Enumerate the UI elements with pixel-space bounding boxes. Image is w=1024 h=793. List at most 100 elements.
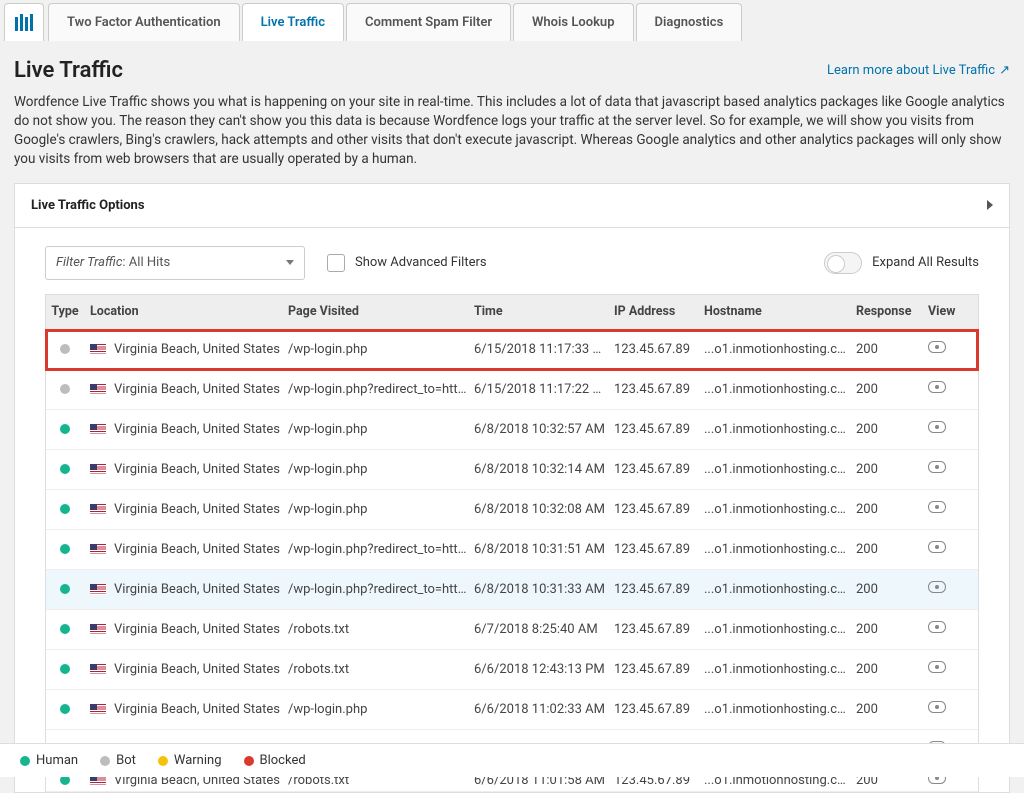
cell-time: 6/8/2018 10:32:57 AM — [474, 422, 614, 437]
th-type[interactable]: Type — [46, 304, 90, 319]
table-row[interactable]: Virginia Beach, United States/wp-login.p… — [46, 450, 978, 490]
us-flag-icon — [90, 384, 106, 395]
cell-host: ...o1.inmotionhosting.com — [704, 622, 856, 637]
table-row[interactable]: Virginia Beach, United States/wp-login.p… — [46, 530, 978, 570]
cell-page: /wp-login.php — [288, 702, 474, 717]
th-response[interactable]: Response — [856, 304, 928, 319]
filter-label: Filter Traffic: All Hits — [56, 255, 170, 270]
page-title: Live Traffic — [14, 58, 123, 83]
cell-time: 6/8/2018 10:32:14 AM — [474, 462, 614, 477]
human-dot-icon — [60, 544, 70, 554]
tab-whois-lookup[interactable]: Whois Lookup — [513, 3, 634, 41]
th-location[interactable]: Location — [90, 304, 288, 319]
cell-response: 200 — [856, 542, 928, 557]
filter-prefix: Filter Traffic — [56, 255, 122, 270]
cell-type — [46, 664, 90, 674]
cell-page: /robots.txt — [288, 622, 474, 637]
table-row[interactable]: Virginia Beach, United States/wp-login.p… — [46, 570, 978, 610]
cell-host: ...o1.inmotionhosting.com — [704, 422, 856, 437]
legend-item-warning: Warning — [158, 753, 222, 768]
bot-dot-icon — [60, 384, 70, 394]
traffic-table: Type Location Page Visited Time IP Addre… — [45, 294, 979, 792]
cell-view[interactable] — [928, 621, 968, 637]
chevron-down-icon — [286, 260, 294, 265]
th-time[interactable]: Time — [474, 304, 614, 319]
cell-type — [46, 344, 90, 354]
cell-time: 6/7/2018 8:25:40 AM — [474, 622, 614, 637]
table-row[interactable]: Virginia Beach, United States/wp-login.p… — [46, 330, 978, 370]
cell-host: ...o1.inmotionhosting.com — [704, 502, 856, 517]
cell-time: 6/6/2018 11:02:33 AM — [474, 702, 614, 717]
us-flag-icon — [90, 624, 106, 635]
cell-location: Virginia Beach, United States — [90, 422, 288, 437]
cell-host: ...o1.inmotionhosting.com — [704, 462, 856, 477]
th-host[interactable]: Hostname — [704, 304, 856, 319]
legend-label: Warning — [174, 753, 222, 768]
advanced-filters-label: Show Advanced Filters — [355, 255, 487, 270]
cell-view[interactable] — [928, 581, 968, 597]
cell-page: /wp-login.php — [288, 342, 474, 357]
options-panel-title: Live Traffic Options — [31, 198, 145, 213]
table-row[interactable]: Virginia Beach, United States/wp-login.p… — [46, 410, 978, 450]
cell-response: 200 — [856, 462, 928, 477]
learn-more-link[interactable]: Learn more about Live Traffic ↗ — [827, 63, 1010, 78]
cell-ip: 123.45.67.89 — [614, 702, 704, 717]
wordfence-logo-icon — [11, 11, 37, 35]
warning-dot-icon — [158, 756, 168, 766]
us-flag-icon — [90, 704, 106, 715]
eye-icon — [928, 581, 946, 593]
us-flag-icon — [90, 464, 106, 475]
table-row[interactable]: Virginia Beach, United States/robots.txt… — [46, 610, 978, 650]
human-dot-icon — [20, 756, 30, 766]
cell-type — [46, 584, 90, 594]
advanced-filters-toggle[interactable]: Show Advanced Filters — [327, 254, 487, 272]
cell-view[interactable] — [928, 501, 968, 517]
cell-page: /wp-login.php — [288, 422, 474, 437]
cell-view[interactable] — [928, 421, 968, 437]
cell-response: 200 — [856, 702, 928, 717]
us-flag-icon — [90, 424, 106, 435]
tab-comment-spam-filter[interactable]: Comment Spam Filter — [346, 3, 511, 41]
filter-traffic-select[interactable]: Filter Traffic: All Hits — [45, 246, 305, 280]
cell-location: Virginia Beach, United States — [90, 662, 288, 677]
cell-view[interactable] — [928, 541, 968, 557]
cell-page: /wp-login.php — [288, 462, 474, 477]
eye-icon — [928, 621, 946, 633]
page-header: Live Traffic Learn more about Live Traff… — [14, 58, 1010, 83]
th-view[interactable]: View — [928, 304, 968, 319]
eye-icon — [928, 381, 946, 393]
legend-bar: HumanBotWarningBlocked — [0, 743, 1024, 777]
cell-view[interactable] — [928, 701, 968, 717]
cell-page: /wp-login.php?redirect_to=http... — [288, 582, 474, 597]
th-ip[interactable]: IP Address — [614, 304, 704, 319]
cell-view[interactable] — [928, 661, 968, 677]
cell-location: Virginia Beach, United States — [90, 622, 288, 637]
us-flag-icon — [90, 664, 106, 675]
logo-tab[interactable] — [4, 3, 44, 41]
expand-all-toggle[interactable] — [824, 252, 862, 274]
cell-time: 6/8/2018 10:31:33 AM — [474, 582, 614, 597]
cell-host: ...o1.inmotionhosting.com — [704, 342, 856, 357]
advanced-filters-checkbox[interactable] — [327, 254, 345, 272]
cell-view[interactable] — [928, 461, 968, 477]
options-panel-header[interactable]: Live Traffic Options — [15, 184, 1009, 228]
tab-two-factor-authentication[interactable]: Two Factor Authentication — [48, 3, 240, 41]
learn-more-text: Learn more about Live Traffic — [827, 63, 995, 78]
us-flag-icon — [90, 504, 106, 515]
table-row[interactable]: Virginia Beach, United States/robots.txt… — [46, 650, 978, 690]
table-body: Virginia Beach, United States/wp-login.p… — [45, 330, 979, 792]
human-dot-icon — [60, 664, 70, 674]
table-row[interactable]: Virginia Beach, United States/wp-login.p… — [46, 370, 978, 410]
table-row[interactable]: Virginia Beach, United States/wp-login.p… — [46, 690, 978, 730]
cell-view[interactable] — [928, 341, 968, 357]
cell-view[interactable] — [928, 381, 968, 397]
table-row[interactable]: Virginia Beach, United States/wp-login.p… — [46, 490, 978, 530]
human-dot-icon — [60, 464, 70, 474]
cell-ip: 123.45.67.89 — [614, 582, 704, 597]
us-flag-icon — [90, 584, 106, 595]
tab-diagnostics[interactable]: Diagnostics — [636, 3, 743, 41]
th-page[interactable]: Page Visited — [288, 304, 474, 319]
tab-live-traffic[interactable]: Live Traffic — [242, 3, 344, 41]
cell-host: ...o1.inmotionhosting.com — [704, 542, 856, 557]
bot-dot-icon — [100, 756, 110, 766]
